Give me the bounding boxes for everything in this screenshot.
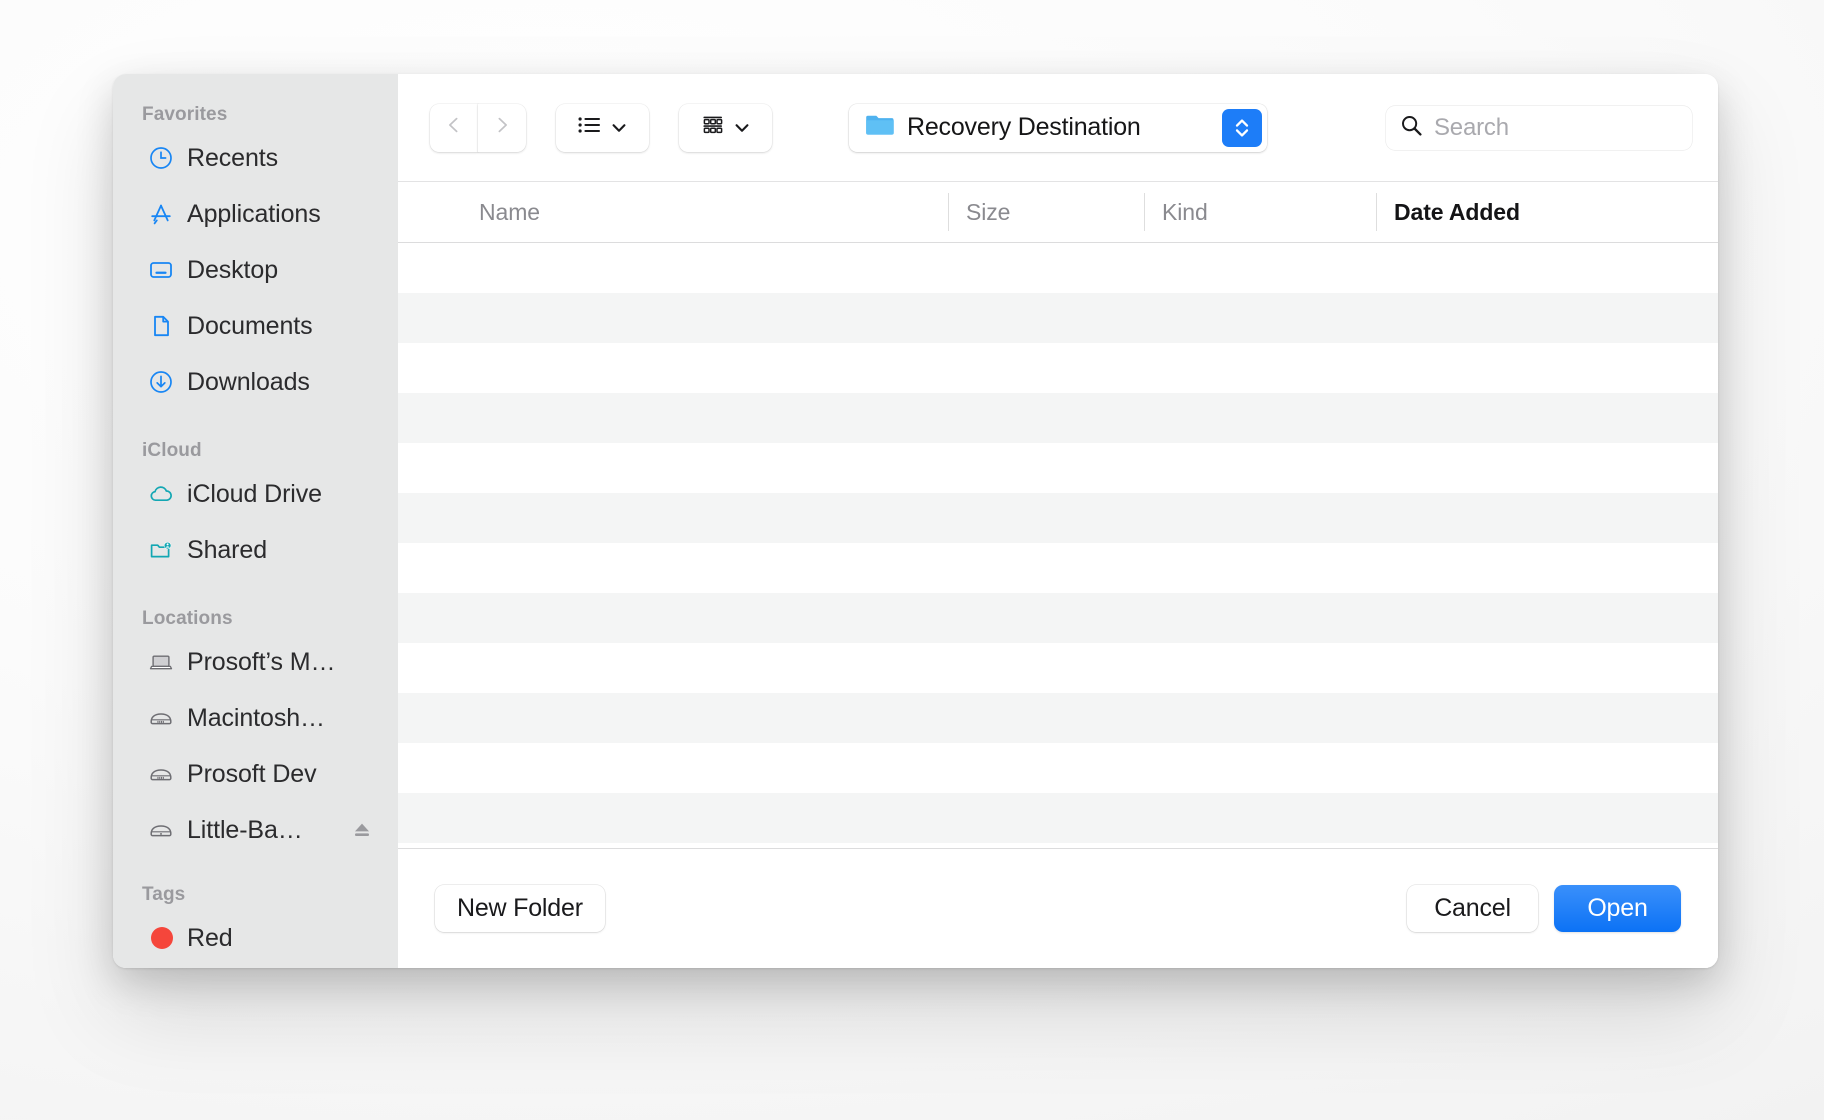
sidebar-item-label: Prosoft Dev — [187, 760, 317, 789]
sidebar-item-label: Recents — [187, 144, 278, 173]
list-row — [398, 543, 1718, 593]
group-by-button[interactable] — [679, 104, 772, 152]
internal-drive-icon — [148, 705, 174, 731]
internal-drive-icon — [148, 761, 174, 787]
column-header-date-added[interactable]: Date Added — [1376, 182, 1718, 242]
sidebar-item-documents[interactable]: Documents — [119, 298, 388, 354]
sidebar-spacer — [113, 410, 398, 440]
cancel-button[interactable]: Cancel — [1407, 885, 1538, 932]
sidebar-item-icloud-drive[interactable]: iCloud Drive — [119, 466, 388, 522]
sidebar-item-label: Desktop — [187, 256, 278, 285]
cloud-icon — [148, 481, 174, 507]
sidebar-item-label: Downloads — [187, 368, 310, 397]
up-down-chevrons-icon — [1232, 114, 1252, 142]
sidebar-item-little-backup[interactable]: Little-Ba… — [119, 802, 388, 858]
path-stepper[interactable] — [1222, 109, 1262, 147]
chevron-right-icon — [491, 114, 513, 141]
path-popup-label: Recovery Destination — [907, 113, 1210, 142]
sidebar-item-label: Macintosh… — [187, 704, 325, 733]
list-view-icon — [577, 114, 603, 141]
open-file-dialog: Favorites Recents Applications D — [113, 74, 1718, 968]
list-row — [398, 743, 1718, 793]
chevron-down-icon — [610, 119, 628, 137]
list-row — [398, 293, 1718, 343]
sidebar-item-shared[interactable]: Shared — [119, 522, 388, 578]
laptop-icon — [148, 649, 174, 675]
sidebar-item-label: Shared — [187, 536, 267, 565]
list-row — [398, 493, 1718, 543]
shared-folder-icon — [148, 537, 174, 563]
chevron-left-icon — [443, 114, 465, 141]
blue-folder-icon — [865, 113, 895, 142]
dialog-action-buttons: Cancel Open — [1407, 885, 1681, 932]
column-headers[interactable]: Name Size Kind Date Added — [398, 181, 1718, 243]
list-row — [398, 643, 1718, 693]
sidebar-section-icloud-title: iCloud — [113, 440, 398, 466]
list-row — [398, 443, 1718, 493]
sidebar-item-macintosh-hd[interactable]: Macintosh… — [119, 690, 388, 746]
file-list[interactable] — [398, 243, 1718, 849]
external-drive-icon — [148, 817, 174, 843]
sidebar-item-desktop[interactable]: Desktop — [119, 242, 388, 298]
forward-button[interactable] — [478, 104, 526, 152]
open-button[interactable]: Open — [1554, 885, 1681, 932]
main-pane: Recovery Destination Name Size Kind — [398, 74, 1718, 968]
group-by-icon — [700, 114, 726, 141]
search-field[interactable] — [1386, 106, 1692, 150]
navigation-buttons — [430, 104, 526, 152]
sidebar[interactable]: Favorites Recents Applications D — [113, 74, 398, 968]
column-header-name[interactable]: Name — [398, 182, 948, 242]
list-row — [398, 393, 1718, 443]
sidebar-item-applications[interactable]: Applications — [119, 186, 388, 242]
chevron-down-icon — [733, 119, 751, 137]
path-popup-button[interactable]: Recovery Destination — [849, 104, 1267, 152]
search-icon — [1400, 114, 1423, 142]
sidebar-section-tags-title: Tags — [113, 884, 398, 910]
sidebar-item-recents[interactable]: Recents — [119, 130, 388, 186]
sidebar-section-favorites-title: Favorites — [113, 104, 398, 130]
sidebar-item-downloads[interactable]: Downloads — [119, 354, 388, 410]
eject-icon[interactable] — [350, 818, 374, 842]
back-button[interactable] — [430, 104, 478, 152]
list-row — [398, 243, 1718, 293]
list-row — [398, 343, 1718, 393]
sidebar-item-prosofts-mac[interactable]: Prosoft’s M… — [119, 634, 388, 690]
sidebar-item-tag-red[interactable]: Red — [119, 910, 388, 966]
sidebar-item-label: Red — [187, 924, 233, 953]
column-header-size[interactable]: Size — [948, 182, 1144, 242]
search-input[interactable] — [1434, 114, 1680, 142]
bottom-bar: New Folder Cancel Open — [398, 849, 1718, 968]
sidebar-item-prosoft-dev[interactable]: Prosoft Dev — [119, 746, 388, 802]
document-icon — [148, 313, 174, 339]
sidebar-item-label: iCloud Drive — [187, 480, 322, 509]
clock-icon — [148, 145, 174, 171]
toolbar: Recovery Destination — [398, 74, 1718, 181]
list-row — [398, 793, 1718, 843]
sidebar-item-label: Applications — [187, 200, 321, 229]
red-tag-dot-icon — [148, 925, 174, 951]
new-folder-button[interactable]: New Folder — [435, 885, 605, 932]
list-row — [398, 693, 1718, 743]
desktop-icon — [148, 257, 174, 283]
app-store-icon — [148, 201, 174, 227]
download-icon — [148, 369, 174, 395]
view-mode-button[interactable] — [556, 104, 649, 152]
sidebar-item-label: Documents — [187, 312, 313, 341]
sidebar-section-locations-title: Locations — [113, 608, 398, 634]
list-row — [398, 593, 1718, 643]
sidebar-item-label: Prosoft’s M… — [187, 648, 335, 677]
sidebar-spacer — [113, 858, 398, 884]
sidebar-spacer — [113, 578, 398, 608]
column-header-kind[interactable]: Kind — [1144, 182, 1376, 242]
sidebar-item-label: Little-Ba… — [187, 816, 303, 845]
